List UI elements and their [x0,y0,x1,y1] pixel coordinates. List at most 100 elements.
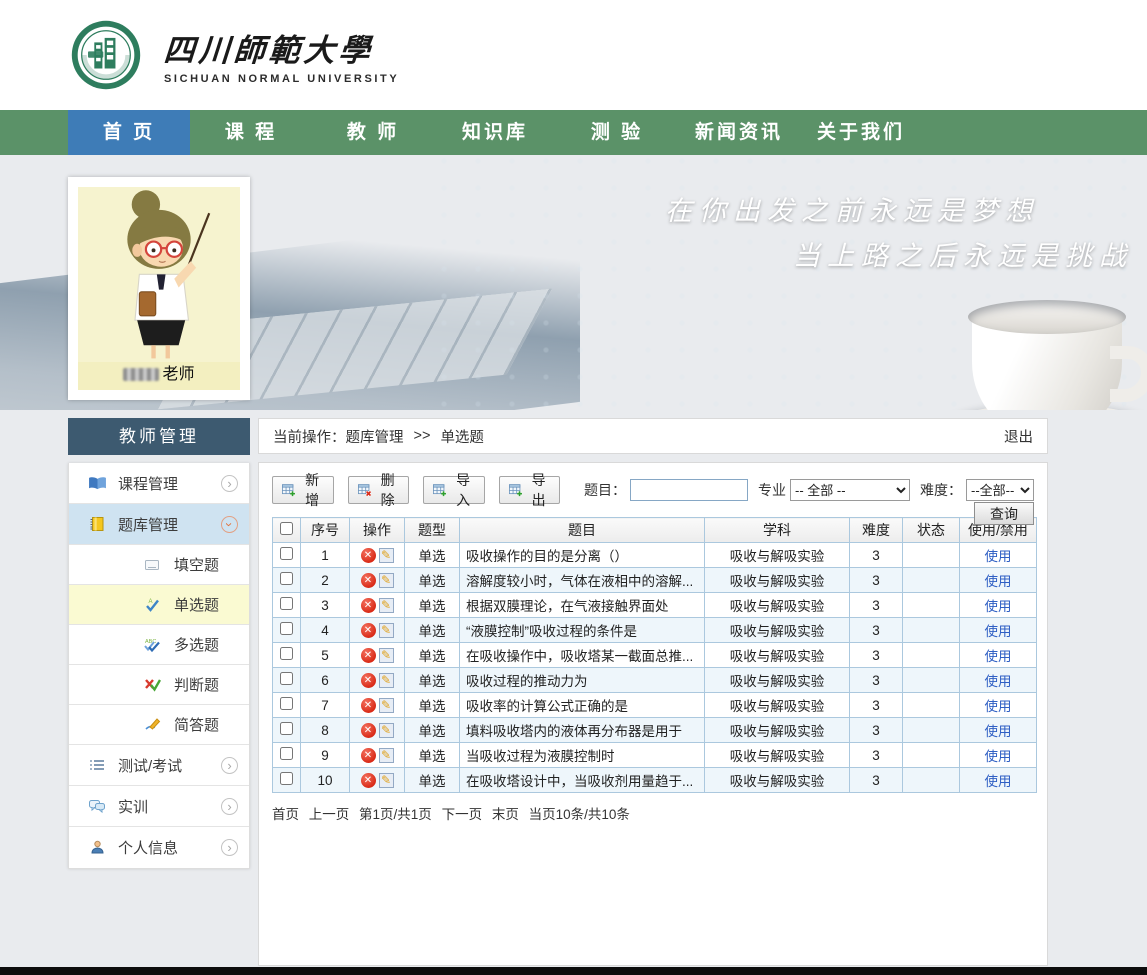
nav-item-news[interactable]: 新闻资讯 [678,110,800,155]
search-button[interactable]: 查询 [974,502,1034,525]
delete-icon[interactable]: ✕ [361,723,376,738]
edit-icon[interactable]: ✎ [379,748,394,763]
row-checkbox[interactable] [280,547,293,560]
delete-icon[interactable]: ✕ [361,548,376,563]
pagination-next[interactable]: 下一页 [442,807,483,822]
edit-icon[interactable]: ✎ [379,773,394,788]
row-select-cell [273,693,301,718]
edit-icon[interactable]: ✎ [379,623,394,638]
nav-item-teachers[interactable]: 教 师 [312,110,434,155]
row-checkbox[interactable] [280,772,293,785]
row-subject: 吸收与解吸实验 [705,718,850,743]
row-checkbox[interactable] [280,672,293,685]
sidebar-item-personal-info[interactable]: 个人信息 › [69,827,249,868]
blank-note-icon [141,558,163,572]
row-checkbox[interactable] [280,747,293,760]
edit-icon[interactable]: ✎ [379,598,394,613]
use-link[interactable]: 使用 [985,699,1012,714]
edit-icon[interactable]: ✎ [379,573,394,588]
column-header: 操作 [350,518,405,543]
svg-text:A: A [149,599,153,605]
row-checkbox[interactable] [280,597,293,610]
pagination-last[interactable]: 末页 [492,807,519,822]
delete-icon[interactable]: ✕ [361,623,376,638]
row-checkbox[interactable] [280,647,293,660]
use-link[interactable]: 使用 [985,549,1012,564]
use-link[interactable]: 使用 [985,649,1012,664]
select-all-checkbox[interactable] [280,522,293,535]
row-select-cell [273,618,301,643]
difficulty-filter-select[interactable]: --全部-- [966,479,1034,501]
delete-icon[interactable]: ✕ [361,673,376,688]
row-subject: 吸收与解吸实验 [705,743,850,768]
sidebar-item-single-choice[interactable]: A 单选题 [69,585,249,625]
sidebar-item-short-answer[interactable]: 简答题 [69,705,249,745]
logo-text: 四川師範大學 SICHUAN NORMAL UNIVERSITY [164,25,399,85]
row-question-title: 当吸收过程为液膜控制时 [460,743,705,768]
row-number: 10 [301,768,350,793]
delete-icon[interactable]: ✕ [361,573,376,588]
logout-link[interactable]: 退出 [1004,426,1033,447]
pagination-first[interactable]: 首页 [272,807,299,822]
delete-icon[interactable]: ✕ [361,773,376,788]
row-status [903,643,960,668]
breadcrumb-page[interactable]: 单选题 [440,426,484,447]
row-use-cell: 使用 [960,593,1037,618]
sidebar-item-tests[interactable]: 测试/考试 › [69,745,249,786]
use-link[interactable]: 使用 [985,574,1012,589]
use-link[interactable]: 使用 [985,599,1012,614]
import-button[interactable]: 导入 [423,476,485,504]
table-row: 3 ✕✎ 单选 根据双膜理论，在气液接触界面处 吸收与解吸实验 3 使用 [273,593,1037,618]
row-checkbox[interactable] [280,722,293,735]
table-row: 7 ✕✎ 单选 吸收率的计算公式正确的是 吸收与解吸实验 3 使用 [273,693,1037,718]
nav-item-about[interactable]: 关于我们 [800,110,922,155]
edit-icon[interactable]: ✎ [379,698,394,713]
sidebar-item-question-bank[interactable]: 题库管理 › [69,504,249,545]
row-question-title: “液膜控制”吸收过程的条件是 [460,618,705,643]
delete-icon[interactable]: ✕ [361,648,376,663]
column-header: 学科 [705,518,850,543]
pagination-page-info: 第1页/共1页 [359,807,432,822]
row-status [903,668,960,693]
delete-icon[interactable]: ✕ [361,748,376,763]
sidebar-item-true-false[interactable]: 判断题 [69,665,249,705]
delete-icon[interactable]: ✕ [361,598,376,613]
nav-item-home[interactable]: 首 页 [68,110,190,155]
sidebar-item-fill-blank[interactable]: 填空题 [69,545,249,585]
row-actions: ✕✎ [350,668,405,693]
edit-icon[interactable]: ✎ [379,548,394,563]
edit-icon[interactable]: ✎ [379,648,394,663]
major-filter-select[interactable]: -- 全部 -- [790,479,910,501]
use-link[interactable]: 使用 [985,724,1012,739]
sidebar-item-multi-choice[interactable]: ABC 多选题 [69,625,249,665]
row-status [903,768,960,793]
row-actions: ✕✎ [350,693,405,718]
nav-item-knowledge[interactable]: 知识库 [434,110,556,155]
delete-button[interactable]: 删除 [348,476,410,504]
delete-icon[interactable]: ✕ [361,698,376,713]
notebook-icon [86,516,108,532]
sidebar-item-training[interactable]: 实训 › [69,786,249,827]
row-difficulty: 3 [850,568,903,593]
row-checkbox[interactable] [280,697,293,710]
breadcrumb-section[interactable]: 题库管理 [346,426,404,447]
row-number: 7 [301,693,350,718]
row-checkbox[interactable] [280,572,293,585]
use-link[interactable]: 使用 [985,624,1012,639]
add-button[interactable]: 新增 [272,476,334,504]
edit-icon[interactable]: ✎ [379,723,394,738]
nav-item-courses[interactable]: 课 程 [190,110,312,155]
nav-item-quiz[interactable]: 测 验 [556,110,678,155]
sidebar-item-course-management[interactable]: 课程管理 › [69,463,249,504]
pagination-prev[interactable]: 上一页 [309,807,350,822]
row-checkbox[interactable] [280,622,293,635]
use-link[interactable]: 使用 [985,774,1012,789]
row-number: 2 [301,568,350,593]
title-filter-input[interactable] [630,479,748,501]
use-link[interactable]: 使用 [985,674,1012,689]
edit-icon[interactable]: ✎ [379,673,394,688]
use-link[interactable]: 使用 [985,749,1012,764]
chevron-right-icon: › [221,839,238,856]
export-button[interactable]: 导出 [499,476,561,504]
select-all-header [273,518,301,543]
